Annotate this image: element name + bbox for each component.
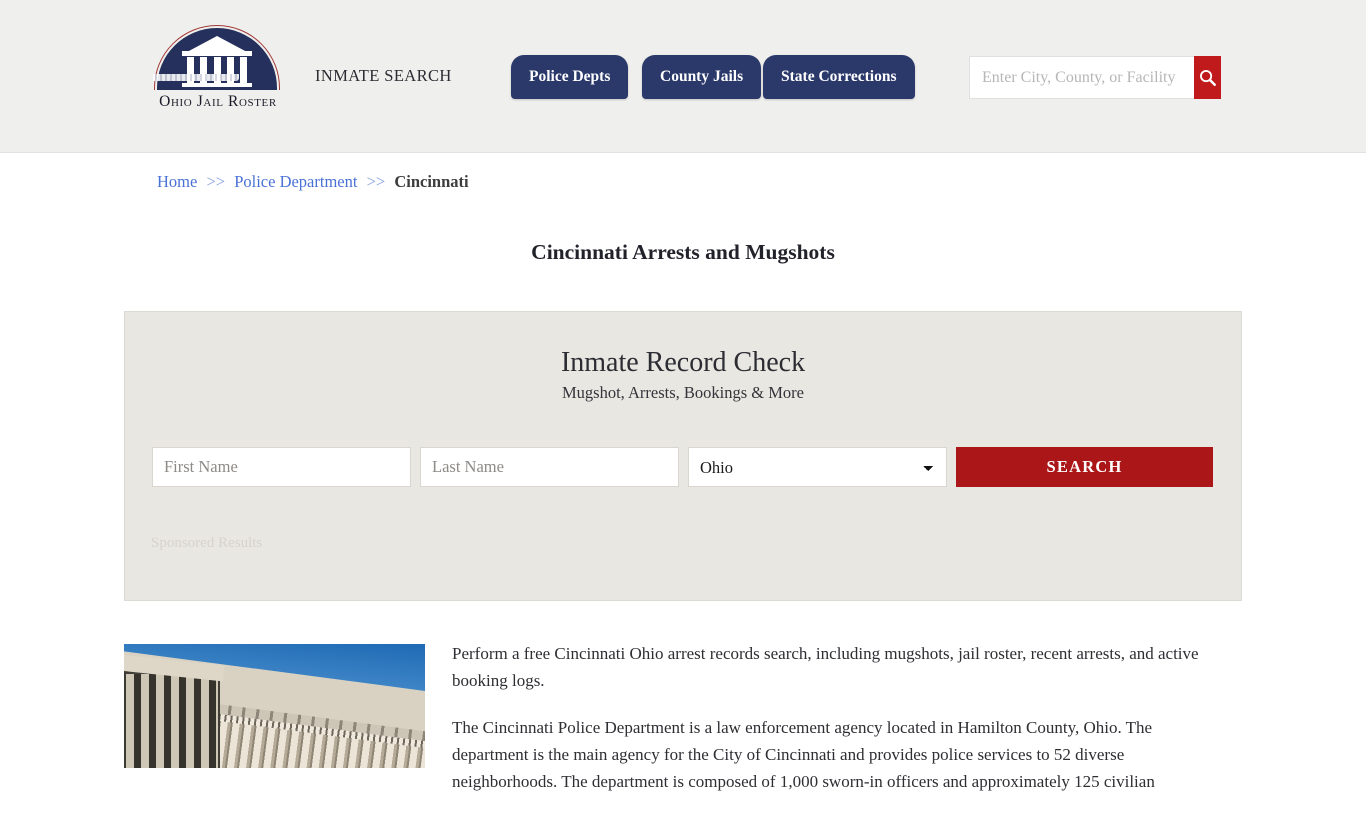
breadcrumb-item-home[interactable]: Home — [157, 172, 197, 191]
breadcrumb: Home >> Police Department >> Cincinnati — [157, 172, 469, 192]
left-columns-shape — [126, 674, 218, 768]
nav-tab-police-depts[interactable]: Police Depts — [511, 55, 629, 99]
panel-subtitle: Mugshot, Arrests, Bookings & More — [561, 383, 804, 402]
inmate-search-form: Ohio SEARCH — [152, 447, 1216, 487]
courthouse-photo — [124, 644, 425, 768]
site-logo[interactable]: Ohio Jail Roster — [153, 24, 283, 128]
header-search-input[interactable] — [969, 56, 1194, 99]
last-name-input[interactable] — [420, 447, 679, 487]
breadcrumb-separator: >> — [366, 172, 386, 191]
breadcrumb-item-police-department[interactable]: Police Department — [234, 172, 357, 191]
inmate-search-submit-button[interactable]: SEARCH — [956, 447, 1213, 487]
nav-tab-state-corrections[interactable]: State Corrections — [763, 55, 915, 99]
breadcrumb-separator: >> — [206, 172, 226, 191]
steps-shape — [153, 74, 239, 81]
page-title: Cincinnati Arrests and Mugshots — [531, 240, 835, 265]
header-search-button[interactable] — [1194, 56, 1221, 99]
sponsored-results-label: Sponsored Results — [151, 535, 263, 551]
search-icon — [1200, 70, 1216, 86]
article-paragraph: The Cincinnati Police Department is a la… — [452, 718, 1155, 791]
header-tagline: INMATE SEARCH — [315, 66, 452, 85]
panel-title: Inmate Record Check — [560, 347, 806, 378]
pediment-shape — [187, 36, 247, 52]
logo-dome-icon — [153, 24, 281, 90]
logo-wordmark: Ohio Jail Roster — [159, 93, 277, 110]
header-search — [969, 56, 1221, 99]
inmate-record-check-panel: Inmate Record Check Mugshot, Arrests, Bo… — [124, 311, 1242, 601]
state-select[interactable]: Ohio — [688, 447, 947, 487]
article-paragraph: Perform a free Cincinnati Ohio arrest re… — [452, 644, 1199, 690]
first-name-input[interactable] — [152, 447, 411, 487]
courthouse-icon — [182, 36, 252, 90]
base-shape — [182, 83, 252, 87]
nav-tab-county-jails[interactable]: County Jails — [642, 55, 762, 99]
site-header: Ohio Jail Roster INMATE SEARCH Police De… — [0, 0, 1366, 153]
architrave-shape — [182, 51, 252, 56]
article-body: Perform a free Cincinnati Ohio arrest re… — [452, 640, 1217, 815]
breadcrumb-item-cincinnati: Cincinnati — [394, 172, 469, 191]
